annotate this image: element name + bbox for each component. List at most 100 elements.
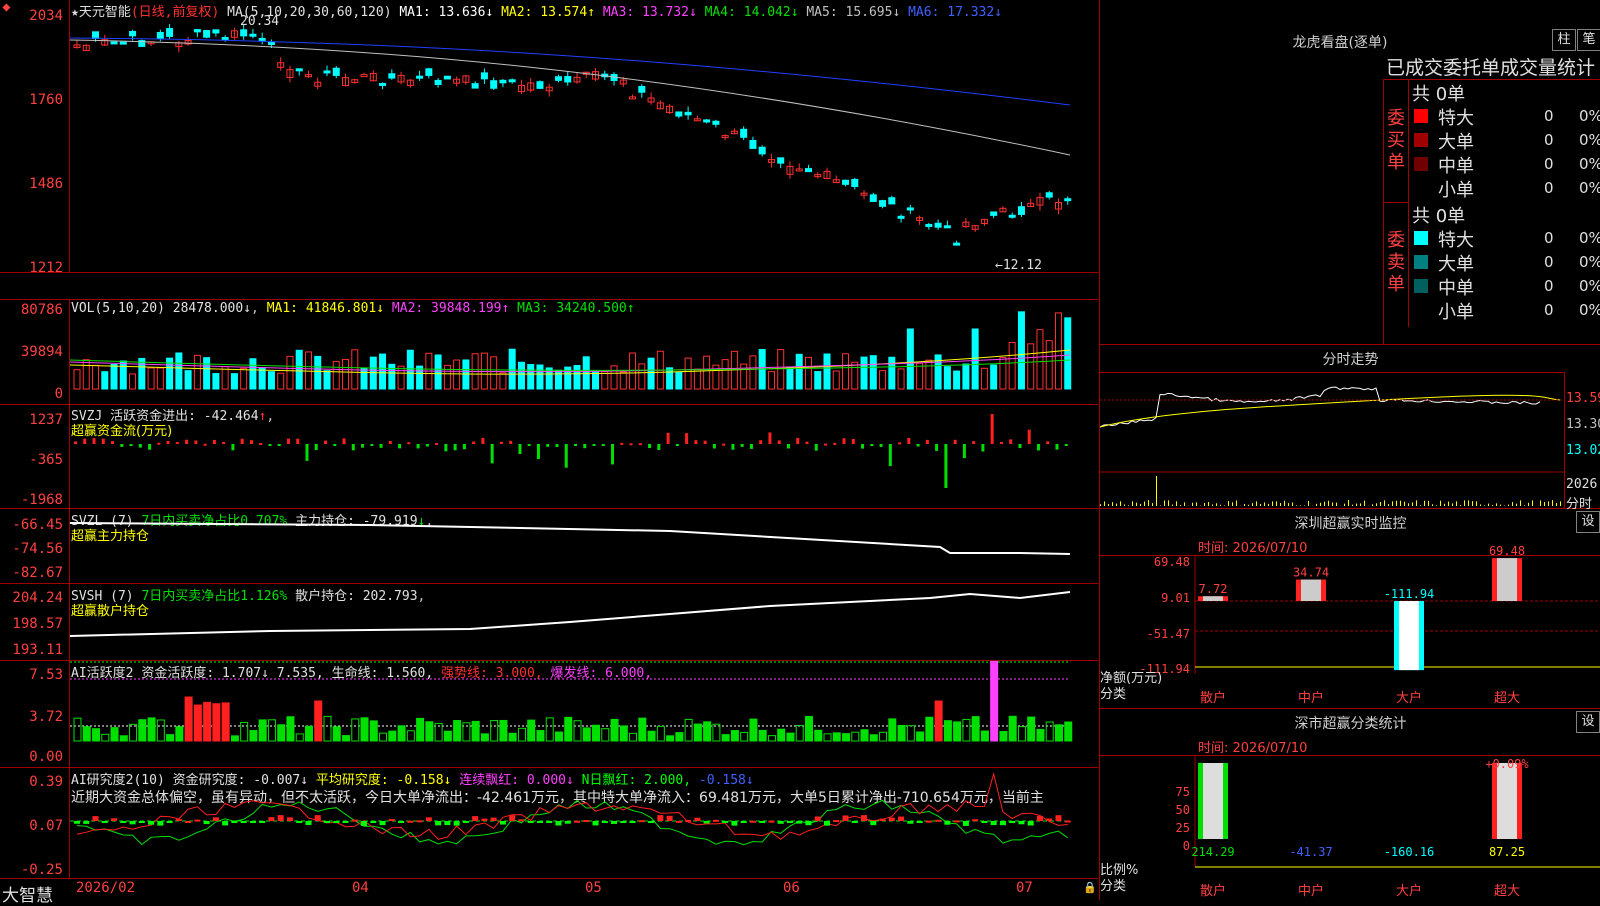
ai-research-pane[interactable]: 0.39 0.07 -0.25 AI研究度2(10) 资金研究度: -0.007… [0, 768, 1098, 878]
flow-bar [518, 444, 521, 454]
volume-bar [102, 372, 108, 389]
candle-body [130, 31, 136, 35]
intraday-chart[interactable] [1100, 372, 1564, 508]
svzj-chart[interactable] [70, 404, 1098, 508]
ai-active-pane[interactable]: 7.53 3.72 0.00 AI活跃度2 资金活跃度: 1.707↓ 7.53… [0, 661, 1098, 768]
sz-class-panel[interactable]: 深市超赢分类统计 设 时间: 2026/07/10 7550250214.29散… [1099, 709, 1600, 900]
activity-bar [750, 719, 757, 741]
svzj-pane[interactable]: 1237 -365 -1968 SVZJ 活跃资金进出: -42.464↑, 超… [0, 404, 1098, 509]
activity-bar [176, 727, 183, 741]
volume-bar [1065, 318, 1071, 389]
intraday-vol-bar [1432, 504, 1433, 506]
intraday-vol-bar [1544, 502, 1545, 506]
intraday-vol-bar [1260, 504, 1261, 506]
volume-bar [463, 360, 469, 389]
research-bar [722, 821, 728, 823]
activity-bar [731, 731, 738, 741]
flow-bar [343, 438, 346, 444]
intraday-panel[interactable]: 分时走势 13.59 13.30 13.02 2026 分时 [1099, 345, 1600, 509]
flow-bar [574, 444, 577, 446]
lock-icon[interactable]: 🔒 [1083, 881, 1097, 894]
candle-body [426, 69, 432, 76]
activity-bar [1028, 717, 1035, 741]
activity-bar [231, 736, 238, 741]
activity-bar [954, 722, 961, 741]
research-bar [148, 821, 154, 825]
volume-pane[interactable]: 80786 39894 0 VOL(5,10,20) 28478.000↓, M… [0, 299, 1098, 405]
flow-bar [694, 440, 697, 444]
tick-mode-button[interactable]: 笔 [1577, 29, 1600, 51]
volume-bar [583, 357, 589, 389]
research-bar [833, 820, 839, 822]
lhb-row-name: 中单 [1438, 274, 1474, 300]
volume-bar [1046, 341, 1052, 389]
bar-mode-button[interactable]: 柱 [1552, 29, 1576, 51]
volume-bar [407, 350, 413, 389]
category-label: 散户 [1200, 883, 1226, 899]
research-bar [454, 821, 460, 826]
lhb-row-count: 0 [1544, 179, 1554, 197]
ai-research-chart[interactable] [70, 768, 1098, 878]
price-pane[interactable]: 2034 1760 1486 1212 ⯁ ★天元智能(日线,前复权) MA(5… [0, 0, 1098, 273]
research-bar [481, 819, 487, 821]
svsh-chart[interactable] [70, 584, 1098, 660]
flow-bar [250, 440, 253, 444]
flow-bar [1065, 444, 1068, 446]
volume-bar [861, 357, 867, 389]
svzl-pane[interactable]: -66.45 -74.56 -82.67 SVZL (7) 7日内买卖净占比0.… [0, 509, 1098, 584]
sz-monitor-chart[interactable]: 69.489.01-51.47-111.947.72散户34.74中户-111.… [1100, 509, 1600, 708]
intraday-vol-bar [1180, 505, 1181, 506]
y-tick: 198.57 [12, 616, 63, 632]
intraday-vol-bar [1528, 503, 1529, 506]
candle-body [213, 30, 219, 33]
volume-bar [1028, 344, 1034, 389]
price-y-axis: 2034 1760 1486 1212 ⯁ [0, 0, 70, 272]
flow-bar [750, 444, 753, 449]
svzl-chart[interactable] [70, 509, 1098, 583]
flow-bar [667, 433, 670, 444]
volume-bar [130, 374, 136, 389]
activity-bar [759, 730, 766, 741]
color-swatch [1414, 133, 1428, 147]
flow-bar [120, 444, 123, 447]
research-bar [1065, 820, 1071, 822]
activity-bar [824, 734, 831, 741]
top-label: +0.09% [1485, 757, 1529, 771]
sz-monitor-panel[interactable]: 深圳超赢实时监控 设 时间: 2026/07/10 69.489.01-51.4… [1099, 509, 1600, 709]
activity-bar [630, 733, 637, 741]
category-label: 超大 [1494, 691, 1520, 706]
ai-active-chart[interactable] [70, 661, 1098, 767]
sz-class-chart[interactable]: 7550250214.29散户-41.37中户-160.16大户87.25超大+… [1100, 709, 1600, 900]
flow-bar [1018, 444, 1021, 448]
svsh-pane[interactable]: 204.24 198.57 193.11 SVSH (7) 7日内买卖净占比1.… [0, 584, 1098, 661]
lhb-row-name: 特大 [1438, 226, 1474, 252]
candlestick-chart[interactable] [70, 0, 1098, 272]
retail-holding-line [70, 592, 1070, 636]
intraday-vol-bar [1144, 502, 1145, 506]
volume-bar [157, 368, 163, 389]
research-bar [102, 821, 108, 823]
flow-bar [93, 438, 96, 444]
candle-body [120, 42, 126, 44]
volume-bar [805, 357, 811, 389]
volume-chart[interactable] [70, 300, 1098, 404]
research-bar [435, 821, 441, 825]
intraday-vol-bar [1416, 500, 1417, 506]
lhb-row-pct: 0% [1579, 155, 1600, 173]
lhb-row-name: 大单 [1438, 250, 1474, 276]
research-bar [426, 817, 432, 821]
category-label: 超大 [1494, 884, 1520, 899]
flow-bar [944, 444, 947, 488]
candle-body [704, 120, 710, 122]
flow-bar [463, 444, 466, 449]
intraday-vol-bar [1164, 501, 1165, 506]
y-tick: 13.30 [1566, 417, 1600, 432]
intraday-vol-bar [1112, 502, 1113, 506]
volume-bar [880, 371, 886, 389]
volume-bar [380, 354, 386, 389]
activity-bar [889, 719, 896, 741]
flow-bar [991, 414, 994, 444]
research-bar [1046, 818, 1052, 821]
research-bar [750, 821, 756, 823]
pin-icon[interactable]: ⯁ [2, 2, 11, 16]
